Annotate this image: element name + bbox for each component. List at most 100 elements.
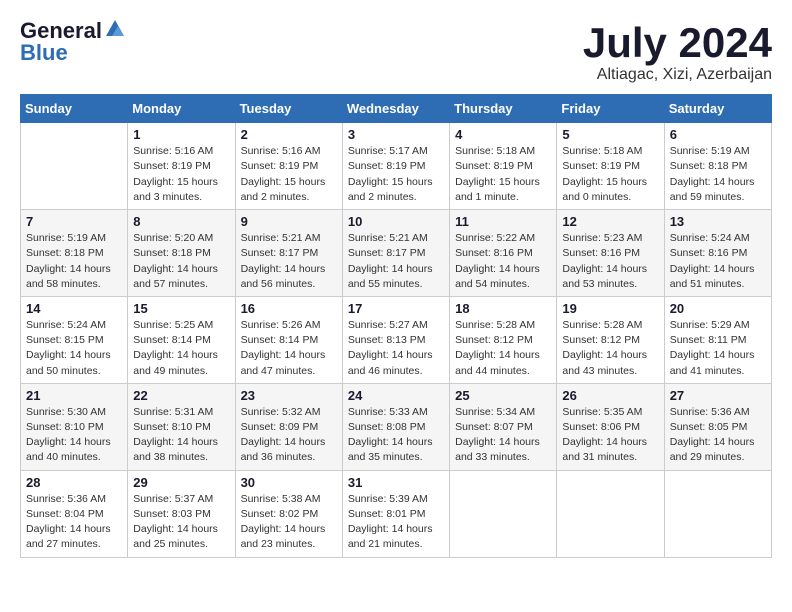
day-header-tuesday: Tuesday: [235, 95, 342, 123]
day-number: 11: [455, 214, 551, 229]
calendar-cell: 1Sunrise: 5:16 AM Sunset: 8:19 PM Daylig…: [128, 123, 235, 210]
day-info: Sunrise: 5:25 AM Sunset: 8:14 PM Dayligh…: [133, 318, 229, 379]
logo-general-text: General: [20, 20, 102, 42]
calendar-cell: 13 Sunrise: 5:24 AM Sunset: 8:16 PM Dayli…: [664, 210, 771, 297]
calendar-cell: [664, 470, 771, 557]
calendar-header-row: SundayMondayTuesdayWednesdayThursdayFrid…: [21, 95, 772, 123]
calendar-cell: 17 Sunrise: 5:27 AM Sunset: 8:13 PM Dayli…: [342, 296, 449, 383]
calendar-week-3: 14 Sunrise: 5:24 AM Sunset: 8:15 PM Dayli…: [21, 296, 772, 383]
calendar-cell: 10Sunrise: 5:21 AM Sunset: 8:17 PM Dayli…: [342, 210, 449, 297]
day-info: Sunrise: 5:33 AM Sunset: 8:08 PM Dayligh…: [348, 405, 444, 466]
day-number: 25: [455, 388, 551, 403]
day-header-friday: Friday: [557, 95, 664, 123]
day-number: 28: [26, 475, 122, 490]
day-number: 2: [241, 127, 337, 142]
calendar-table: SundayMondayTuesdayWednesdayThursdayFrid…: [20, 94, 772, 557]
day-number: 17: [348, 301, 444, 316]
calendar-week-1: 1Sunrise: 5:16 AM Sunset: 8:19 PM Daylig…: [21, 123, 772, 210]
calendar-cell: 5 Sunrise: 5:18 AM Sunset: 8:19 PM Daylig…: [557, 123, 664, 210]
calendar-cell: 31Sunrise: 5:39 AM Sunset: 8:01 PM Dayli…: [342, 470, 449, 557]
day-info: Sunrise: 5:20 AM Sunset: 8:18 PM Dayligh…: [133, 231, 229, 292]
calendar-cell: 25 Sunrise: 5:34 AM Sunset: 8:07 PM Dayli…: [450, 383, 557, 470]
day-info: Sunrise: 5:35 AM Sunset: 8:06 PM Dayligh…: [562, 405, 658, 466]
day-info: Sunrise: 5:22 AM Sunset: 8:16 PM Dayligh…: [455, 231, 551, 292]
calendar-cell: 12Sunrise: 5:23 AM Sunset: 8:16 PM Dayli…: [557, 210, 664, 297]
logo: General Blue: [20, 20, 126, 64]
calendar-cell: 7Sunrise: 5:19 AM Sunset: 8:18 PM Daylig…: [21, 210, 128, 297]
day-info: Sunrise: 5:36 AM Sunset: 8:04 PM Dayligh…: [26, 492, 122, 553]
calendar-cell: 24 Sunrise: 5:33 AM Sunset: 8:08 PM Dayli…: [342, 383, 449, 470]
day-info: Sunrise: 5:18 AM Sunset: 8:19 PM Dayligh…: [562, 144, 658, 205]
calendar-cell: 20 Sunrise: 5:29 AM Sunset: 8:11 PM Dayli…: [664, 296, 771, 383]
calendar-cell: 18Sunrise: 5:28 AM Sunset: 8:12 PM Dayli…: [450, 296, 557, 383]
day-header-saturday: Saturday: [664, 95, 771, 123]
calendar-cell: 22 Sunrise: 5:31 AM Sunset: 8:10 PM Dayli…: [128, 383, 235, 470]
calendar-cell: 16Sunrise: 5:26 AM Sunset: 8:14 PM Dayli…: [235, 296, 342, 383]
day-info: Sunrise: 5:26 AM Sunset: 8:14 PM Dayligh…: [241, 318, 337, 379]
day-info: Sunrise: 5:23 AM Sunset: 8:16 PM Dayligh…: [562, 231, 658, 292]
calendar-cell: 2 Sunrise: 5:16 AM Sunset: 8:19 PM Daylig…: [235, 123, 342, 210]
day-number: 22: [133, 388, 229, 403]
calendar-week-2: 7Sunrise: 5:19 AM Sunset: 8:18 PM Daylig…: [21, 210, 772, 297]
day-info: Sunrise: 5:27 AM Sunset: 8:13 PM Dayligh…: [348, 318, 444, 379]
calendar-cell: 4 Sunrise: 5:18 AM Sunset: 8:19 PM Daylig…: [450, 123, 557, 210]
day-header-sunday: Sunday: [21, 95, 128, 123]
day-number: 14: [26, 301, 122, 316]
calendar-cell: 9Sunrise: 5:21 AM Sunset: 8:17 PM Daylig…: [235, 210, 342, 297]
day-info: Sunrise: 5:18 AM Sunset: 8:19 PM Dayligh…: [455, 144, 551, 205]
day-info: Sunrise: 5:31 AM Sunset: 8:10 PM Dayligh…: [133, 405, 229, 466]
day-info: Sunrise: 5:34 AM Sunset: 8:07 PM Dayligh…: [455, 405, 551, 466]
calendar-cell: [450, 470, 557, 557]
day-number: 20: [670, 301, 766, 316]
day-number: 4: [455, 127, 551, 142]
calendar-cell: 19Sunrise: 5:28 AM Sunset: 8:12 PM Dayli…: [557, 296, 664, 383]
day-info: Sunrise: 5:37 AM Sunset: 8:03 PM Dayligh…: [133, 492, 229, 553]
calendar-cell: 27Sunrise: 5:36 AM Sunset: 8:05 PM Dayli…: [664, 383, 771, 470]
day-info: Sunrise: 5:39 AM Sunset: 8:01 PM Dayligh…: [348, 492, 444, 553]
day-info: Sunrise: 5:24 AM Sunset: 8:16 PM Dayligh…: [670, 231, 766, 292]
day-info: Sunrise: 5:19 AM Sunset: 8:18 PM Dayligh…: [670, 144, 766, 205]
day-header-monday: Monday: [128, 95, 235, 123]
day-number: 13: [670, 214, 766, 229]
calendar-cell: 21 Sunrise: 5:30 AM Sunset: 8:10 PM Dayli…: [21, 383, 128, 470]
location: Altiagac, Xizi, Azerbaijan: [583, 66, 772, 84]
calendar-cell: 30 Sunrise: 5:38 AM Sunset: 8:02 PM Dayli…: [235, 470, 342, 557]
day-number: 15: [133, 301, 229, 316]
calendar-cell: 6 Sunrise: 5:19 AM Sunset: 8:18 PM Daylig…: [664, 123, 771, 210]
calendar-week-5: 28 Sunrise: 5:36 AM Sunset: 8:04 PM Dayli…: [21, 470, 772, 557]
day-info: Sunrise: 5:24 AM Sunset: 8:15 PM Dayligh…: [26, 318, 122, 379]
page-header: General Blue July 2024 Altiagac, Xizi, A…: [20, 20, 772, 84]
calendar-cell: [557, 470, 664, 557]
month-title: July 2024: [583, 20, 772, 66]
calendar-cell: [21, 123, 128, 210]
day-info: Sunrise: 5:21 AM Sunset: 8:17 PM Dayligh…: [241, 231, 337, 292]
day-number: 27: [670, 388, 766, 403]
day-number: 5: [562, 127, 658, 142]
day-number: 26: [562, 388, 658, 403]
day-info: Sunrise: 5:16 AM Sunset: 8:19 PM Dayligh…: [241, 144, 337, 205]
day-number: 6: [670, 127, 766, 142]
day-header-thursday: Thursday: [450, 95, 557, 123]
day-number: 23: [241, 388, 337, 403]
calendar-cell: 11 Sunrise: 5:22 AM Sunset: 8:16 PM Dayli…: [450, 210, 557, 297]
calendar-cell: 23Sunrise: 5:32 AM Sunset: 8:09 PM Dayli…: [235, 383, 342, 470]
day-number: 8: [133, 214, 229, 229]
day-number: 21: [26, 388, 122, 403]
day-info: Sunrise: 5:30 AM Sunset: 8:10 PM Dayligh…: [26, 405, 122, 466]
title-section: July 2024 Altiagac, Xizi, Azerbaijan: [583, 20, 772, 84]
logo-icon: [104, 18, 126, 40]
day-info: Sunrise: 5:16 AM Sunset: 8:19 PM Dayligh…: [133, 144, 229, 205]
logo-blue-text: Blue: [20, 42, 68, 64]
day-info: Sunrise: 5:29 AM Sunset: 8:11 PM Dayligh…: [670, 318, 766, 379]
day-info: Sunrise: 5:38 AM Sunset: 8:02 PM Dayligh…: [241, 492, 337, 553]
calendar-cell: 3Sunrise: 5:17 AM Sunset: 8:19 PM Daylig…: [342, 123, 449, 210]
calendar-cell: 15 Sunrise: 5:25 AM Sunset: 8:14 PM Dayli…: [128, 296, 235, 383]
calendar-cell: 14 Sunrise: 5:24 AM Sunset: 8:15 PM Dayli…: [21, 296, 128, 383]
day-number: 30: [241, 475, 337, 490]
calendar-cell: 28 Sunrise: 5:36 AM Sunset: 8:04 PM Dayli…: [21, 470, 128, 557]
day-number: 3: [348, 127, 444, 142]
day-number: 18: [455, 301, 551, 316]
day-number: 24: [348, 388, 444, 403]
calendar-week-4: 21 Sunrise: 5:30 AM Sunset: 8:10 PM Dayli…: [21, 383, 772, 470]
calendar-cell: 8 Sunrise: 5:20 AM Sunset: 8:18 PM Daylig…: [128, 210, 235, 297]
